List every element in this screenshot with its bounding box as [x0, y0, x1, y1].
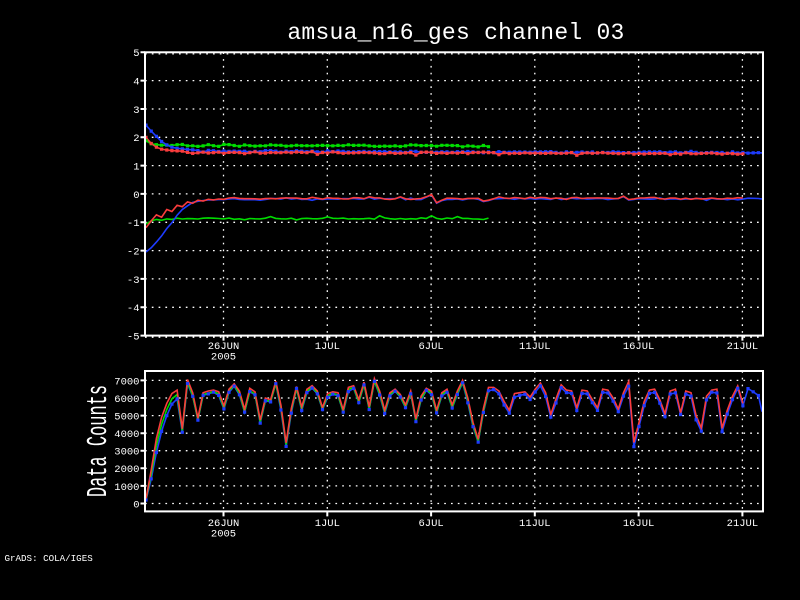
svg-text:-1: -1: [127, 218, 140, 230]
svg-text:-2: -2: [127, 247, 140, 259]
svg-text:4000: 4000: [114, 429, 139, 441]
svg-text:11JUL: 11JUL: [519, 518, 551, 530]
svg-text:5: 5: [133, 48, 139, 60]
svg-text:2005: 2005: [211, 528, 236, 540]
svg-text:3: 3: [133, 105, 139, 117]
svg-text:5000: 5000: [114, 412, 139, 424]
svg-text:2: 2: [133, 133, 139, 145]
svg-text:21JUL: 21JUL: [727, 341, 759, 353]
svg-text:7000: 7000: [114, 376, 139, 388]
svg-text:1000: 1000: [114, 482, 139, 494]
svg-text:16JUL: 16JUL: [623, 518, 655, 530]
svg-text:1JUL: 1JUL: [315, 518, 340, 530]
svg-text:2005: 2005: [211, 351, 236, 363]
svg-text:4: 4: [133, 77, 139, 89]
svg-text:2000: 2000: [114, 464, 139, 476]
svg-text:1JUL: 1JUL: [315, 341, 340, 353]
svg-text:11JUL: 11JUL: [519, 341, 551, 353]
svg-text:0: 0: [133, 190, 139, 202]
svg-text:6JUL: 6JUL: [418, 341, 443, 353]
svg-text:Data Counts: Data Counts: [83, 385, 116, 497]
svg-text:0: 0: [133, 499, 139, 511]
svg-text:3000: 3000: [114, 447, 139, 459]
svg-text:16JUL: 16JUL: [623, 341, 655, 353]
svg-text:21JUL: 21JUL: [727, 518, 759, 530]
svg-text:-4: -4: [127, 303, 140, 315]
svg-text:-5: -5: [127, 332, 140, 344]
svg-text:1: 1: [133, 162, 139, 174]
svg-text:GrADS: COLA/IGES: GrADS: COLA/IGES: [5, 553, 94, 564]
svg-text:6000: 6000: [114, 394, 139, 406]
svg-text:amsua_n16_ges channel 03: amsua_n16_ges channel 03: [287, 20, 624, 46]
svg-text:-3: -3: [127, 275, 140, 287]
svg-text:6JUL: 6JUL: [418, 518, 443, 530]
